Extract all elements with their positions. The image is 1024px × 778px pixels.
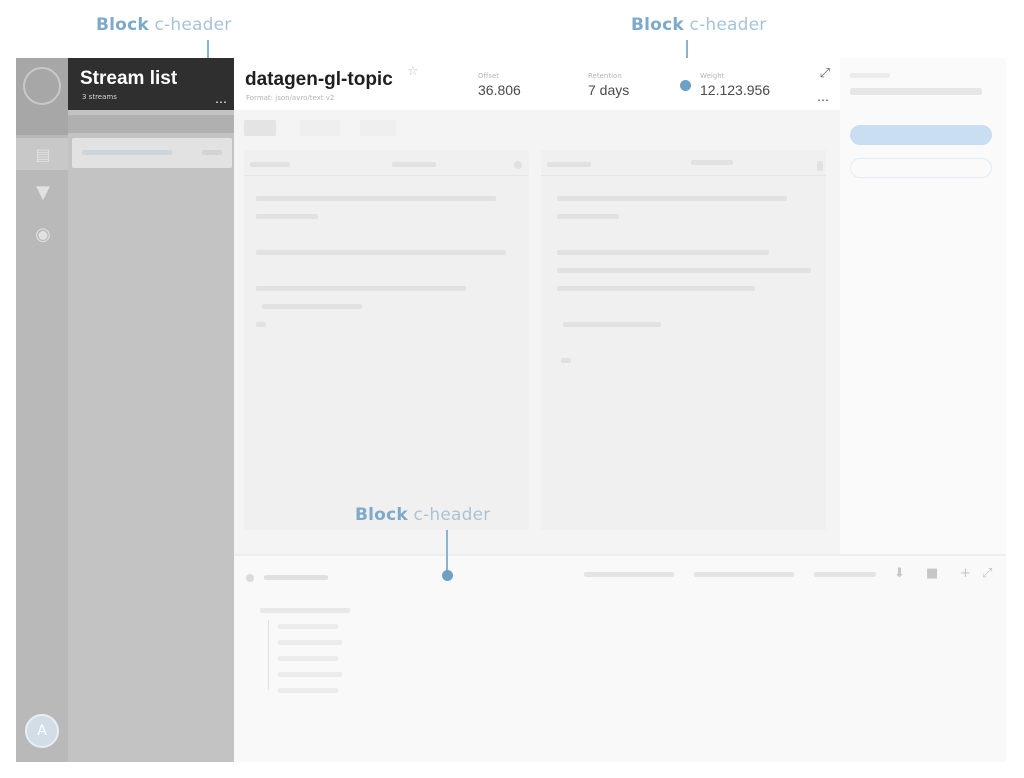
callout-top-right: Block c-header (631, 15, 766, 35)
globe-icon[interactable]: ◉ (33, 224, 53, 245)
list-item-label (82, 150, 172, 155)
tree-node (278, 640, 342, 645)
pane-filter[interactable] (392, 162, 436, 167)
skeleton-line (557, 268, 811, 273)
tree-guide (268, 620, 269, 690)
skeleton-line (561, 358, 571, 363)
callout-text: c-header (154, 15, 232, 35)
callout-strong: Block (96, 15, 149, 35)
metric-weight: Weight 12.123.956 (700, 72, 770, 98)
callout-text: c-header (413, 505, 491, 525)
metric-value: 12.123.956 (700, 82, 771, 98)
schema-console: ⬇ ■ + ⤢ (234, 554, 1006, 762)
expand-icon[interactable]: ⤢ (820, 66, 830, 81)
pane-label (547, 162, 591, 167)
nav-rail: ▤ ▼ ◉ A (16, 58, 68, 762)
skeleton-line (256, 250, 506, 255)
tree-node (278, 624, 338, 629)
expand-icon[interactable]: ⤢ (982, 566, 992, 581)
callout-strong: Block (631, 15, 684, 35)
metric-retention: Retention 7 days (588, 72, 629, 98)
callout-line (446, 530, 448, 572)
message-pane-left (244, 150, 529, 530)
callout-dot (680, 80, 691, 91)
filter-icon[interactable]: ▼ (33, 182, 53, 203)
metric-value: 36.806 (478, 82, 521, 98)
star-icon[interactable]: ☆ (407, 64, 419, 79)
list-item-meta (202, 150, 222, 155)
stream-list-title: Stream list (80, 68, 178, 89)
tab[interactable] (300, 120, 340, 136)
tab-active[interactable] (244, 120, 276, 136)
skeleton-line (557, 250, 769, 255)
pane-header (541, 150, 826, 176)
console-toggle[interactable] (246, 574, 254, 582)
skeleton-line (262, 304, 362, 309)
metric-label: Retention (588, 72, 622, 80)
skeleton-line (557, 196, 787, 201)
skeleton-line (256, 286, 466, 291)
download-icon[interactable]: ⬇ (894, 566, 905, 581)
skeleton-line (256, 322, 266, 327)
panel-value (850, 88, 982, 95)
skeleton-line (563, 322, 661, 327)
callout-text: c-header (689, 15, 767, 35)
details-panel (840, 58, 1006, 554)
add-icon[interactable]: + (960, 566, 971, 581)
page-title: datagen-gl-topic (245, 69, 393, 90)
save-icon[interactable]: ■ (926, 566, 938, 581)
tree-node (260, 608, 350, 613)
tree-node (278, 688, 338, 693)
console-select[interactable] (584, 572, 674, 577)
avatar[interactable]: A (25, 714, 59, 748)
skeleton-line (256, 196, 496, 201)
more-horizontal-icon[interactable]: … (817, 91, 830, 103)
callout-bottom: Block c-header (355, 505, 490, 525)
callout-top-left: Block c-header (96, 15, 231, 35)
metric-offset: Offset 36.806 (478, 72, 521, 98)
pane-label (250, 162, 290, 167)
streams-icon: ▤ (35, 145, 51, 164)
console-title (264, 575, 328, 580)
stream-list-header: Stream list 3 streams … (68, 58, 234, 110)
list-item[interactable] (72, 138, 232, 168)
pane-toggle[interactable] (514, 161, 522, 169)
message-pane-right (541, 150, 826, 530)
stream-search-row[interactable] (68, 115, 234, 133)
stream-list-count: 3 streams (82, 93, 117, 101)
skeleton-line (557, 214, 619, 219)
secondary-action-button[interactable] (850, 158, 992, 178)
logo-icon[interactable] (23, 67, 61, 105)
metric-label: Offset (478, 72, 500, 80)
callout-dot (442, 570, 453, 581)
metric-label: Weight (700, 72, 725, 80)
skeleton-line (256, 214, 318, 219)
console-select[interactable] (814, 572, 876, 577)
tree-node (278, 672, 342, 677)
metric-value: 7 days (588, 82, 630, 98)
rail-header (16, 58, 68, 135)
tree-node (278, 656, 338, 661)
pane-filter[interactable] (691, 160, 733, 165)
topic-tabs (244, 120, 834, 138)
pane-toggle[interactable] (817, 161, 823, 171)
skeleton-line (557, 286, 755, 291)
more-horizontal-icon[interactable]: … (215, 93, 228, 105)
tab[interactable] (360, 120, 396, 136)
topic-format: Format: json/avro/text v2 (246, 94, 335, 102)
primary-action-button[interactable] (850, 125, 992, 145)
panel-label (850, 73, 890, 78)
callout-strong: Block (355, 505, 408, 525)
console-select[interactable] (694, 572, 794, 577)
topic-header: datagen-gl-topic ☆ Format: json/avro/tex… (234, 58, 840, 110)
pane-header (244, 150, 529, 176)
rail-item-streams[interactable]: ▤ (16, 138, 68, 170)
stream-list-sidebar: Stream list 3 streams … (68, 58, 234, 762)
